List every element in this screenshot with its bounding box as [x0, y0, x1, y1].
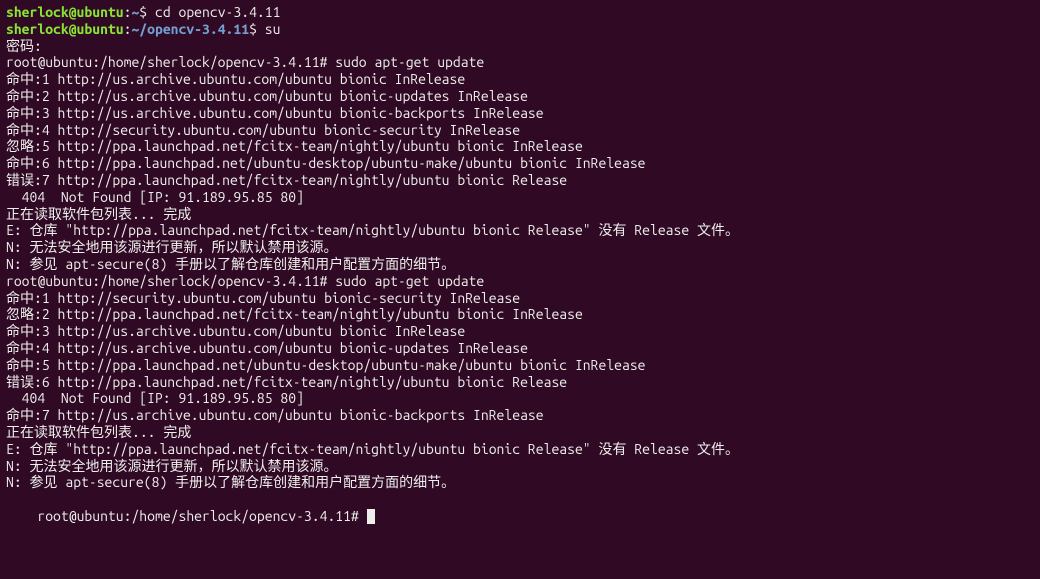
terminal-line: 命中:7 http://us.archive.ubuntu.com/ubuntu… — [6, 407, 1034, 424]
terminal-line: 命中:1 http://us.archive.ubuntu.com/ubuntu… — [6, 71, 1034, 88]
prompt-line-current: root@ubuntu:/home/sherlock/opencv-3.4.11… — [6, 491, 1034, 541]
terminal-line: E: 仓库 "http://ppa.launchpad.net/fcitx-te… — [6, 441, 1034, 458]
terminal-output: 密码:root@ubuntu:/home/sherlock/opencv-3.4… — [6, 38, 1034, 492]
terminal-line: 命中:5 http://ppa.launchpad.net/ubuntu-des… — [6, 357, 1034, 374]
user-host: sherlock@ubuntu — [6, 4, 124, 20]
prompt-line-2: sherlock@ubuntu:~/opencv-3.4.11$ su — [6, 21, 1034, 38]
terminal-line: N: 无法安全地用该源进行更新，所以默认禁用该源。 — [6, 458, 1034, 475]
user-host: sherlock@ubuntu — [6, 21, 124, 37]
prompt-dollar: $ — [139, 4, 155, 20]
terminal-line: 错误:7 http://ppa.launchpad.net/fcitx-team… — [6, 172, 1034, 189]
terminal-line: E: 仓库 "http://ppa.launchpad.net/fcitx-te… — [6, 222, 1034, 239]
terminal-line: 命中:2 http://us.archive.ubuntu.com/ubuntu… — [6, 88, 1034, 105]
terminal-line: 404 Not Found [IP: 91.189.95.85 80] — [6, 390, 1034, 407]
root-prompt: root@ubuntu:/home/sherlock/opencv-3.4.11… — [37, 508, 366, 524]
terminal-line: 命中:3 http://us.archive.ubuntu.com/ubuntu… — [6, 323, 1034, 340]
terminal-line: N: 无法安全地用该源进行更新，所以默认禁用该源。 — [6, 239, 1034, 256]
terminal[interactable]: sherlock@ubuntu:~$ cd opencv-3.4.11 sher… — [6, 4, 1034, 542]
terminal-line: 忽略:2 http://ppa.launchpad.net/fcitx-team… — [6, 306, 1034, 323]
cwd-path: ~/opencv-3.4.11 — [131, 21, 249, 37]
terminal-line: 正在读取软件包列表... 完成 — [6, 424, 1034, 441]
command-text: su — [265, 21, 281, 37]
terminal-line: 正在读取软件包列表... 完成 — [6, 206, 1034, 223]
command-text: cd opencv-3.4.11 — [155, 4, 280, 20]
terminal-line: 错误:6 http://ppa.launchpad.net/fcitx-team… — [6, 374, 1034, 391]
prompt-line-1: sherlock@ubuntu:~$ cd opencv-3.4.11 — [6, 4, 1034, 21]
terminal-line: 命中:3 http://us.archive.ubuntu.com/ubuntu… — [6, 105, 1034, 122]
terminal-line: 命中:4 http://security.ubuntu.com/ubuntu b… — [6, 122, 1034, 139]
terminal-line: 命中:6 http://ppa.launchpad.net/ubuntu-des… — [6, 155, 1034, 172]
terminal-line: 命中:1 http://security.ubuntu.com/ubuntu b… — [6, 290, 1034, 307]
terminal-line: N: 参见 apt-secure(8) 手册以了解仓库创建和用户配置方面的细节。 — [6, 474, 1034, 491]
terminal-line: 命中:4 http://us.archive.ubuntu.com/ubuntu… — [6, 340, 1034, 357]
prompt-dollar: $ — [249, 21, 265, 37]
terminal-line: 忽略:5 http://ppa.launchpad.net/fcitx-team… — [6, 138, 1034, 155]
terminal-line: root@ubuntu:/home/sherlock/opencv-3.4.11… — [6, 54, 1034, 71]
terminal-line: 404 Not Found [IP: 91.189.95.85 80] — [6, 189, 1034, 206]
terminal-line: N: 参见 apt-secure(8) 手册以了解仓库创建和用户配置方面的细节。 — [6, 256, 1034, 273]
cursor-icon — [367, 509, 375, 524]
terminal-line: 密码: — [6, 38, 1034, 55]
terminal-line: root@ubuntu:/home/sherlock/opencv-3.4.11… — [6, 273, 1034, 290]
